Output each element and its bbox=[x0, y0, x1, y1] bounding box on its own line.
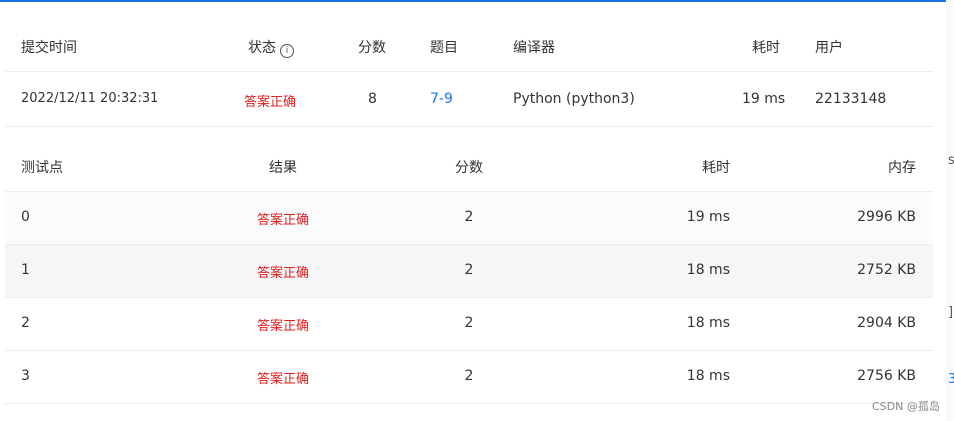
result-value: 答案正确 bbox=[256, 266, 309, 281]
problem-link[interactable]: 7-9 bbox=[430, 91, 453, 107]
case-value: 1 bbox=[21, 262, 30, 278]
result-value: 答案正确 bbox=[256, 372, 309, 387]
case-value: 3 bbox=[21, 368, 30, 384]
divider bbox=[5, 71, 933, 72]
time-value: 18 ms bbox=[686, 315, 730, 331]
header-result: 结果 bbox=[269, 160, 297, 176]
time-value: 18 ms bbox=[686, 368, 730, 384]
clipped-glyph: s bbox=[948, 153, 954, 168]
score-value: 2 bbox=[464, 368, 474, 384]
user-value: 22133148 bbox=[815, 91, 887, 107]
memory-value: 2904 KB bbox=[857, 315, 916, 331]
score-value: 2 bbox=[464, 315, 474, 331]
time-value: 19 ms bbox=[686, 209, 730, 225]
memory-value: 2756 KB bbox=[857, 368, 916, 384]
top-accent-line bbox=[0, 0, 946, 2]
result-value: 答案正确 bbox=[256, 319, 309, 334]
clipped-glyph: 3 bbox=[948, 372, 954, 387]
header-score: 分数 bbox=[358, 40, 386, 56]
time-value: 19 ms bbox=[742, 91, 786, 107]
result-value: 答案正确 bbox=[256, 213, 309, 228]
header-time: 耗时 bbox=[702, 160, 730, 176]
divider bbox=[5, 126, 933, 127]
info-icon[interactable]: i bbox=[280, 44, 294, 58]
memory-value: 2752 KB bbox=[857, 262, 916, 278]
header-status-label: 状态 bbox=[248, 40, 276, 56]
header-status: 状态 i bbox=[248, 37, 294, 58]
submit-time-value: 2022/12/11 20:32:31 bbox=[21, 91, 159, 106]
header-user: 用户 bbox=[815, 40, 843, 56]
clipped-glyph: ] bbox=[948, 305, 954, 320]
compiler-value: Python (python3) bbox=[513, 91, 635, 107]
case-value: 0 bbox=[21, 209, 30, 225]
time-value: 18 ms bbox=[686, 262, 730, 278]
header-time: 耗时 bbox=[752, 40, 780, 56]
case-value: 2 bbox=[21, 315, 30, 331]
status-value: 答案正确 bbox=[244, 95, 297, 110]
header-problem: 题目 bbox=[430, 40, 458, 56]
header-case: 测试点 bbox=[21, 160, 63, 176]
watermark: CSDN @孤岛 bbox=[872, 400, 940, 413]
score-value: 8 bbox=[368, 91, 377, 107]
divider bbox=[5, 403, 933, 404]
score-value: 2 bbox=[464, 209, 474, 225]
header-compiler: 编译器 bbox=[513, 40, 555, 56]
header-submit-time: 提交时间 bbox=[21, 40, 77, 56]
memory-value: 2996 KB bbox=[857, 209, 916, 225]
header-memory: 内存 bbox=[888, 160, 916, 176]
score-value: 2 bbox=[464, 262, 474, 278]
header-score: 分数 bbox=[455, 160, 483, 176]
clipped-right-edge: s ] 3 bbox=[946, 0, 954, 421]
